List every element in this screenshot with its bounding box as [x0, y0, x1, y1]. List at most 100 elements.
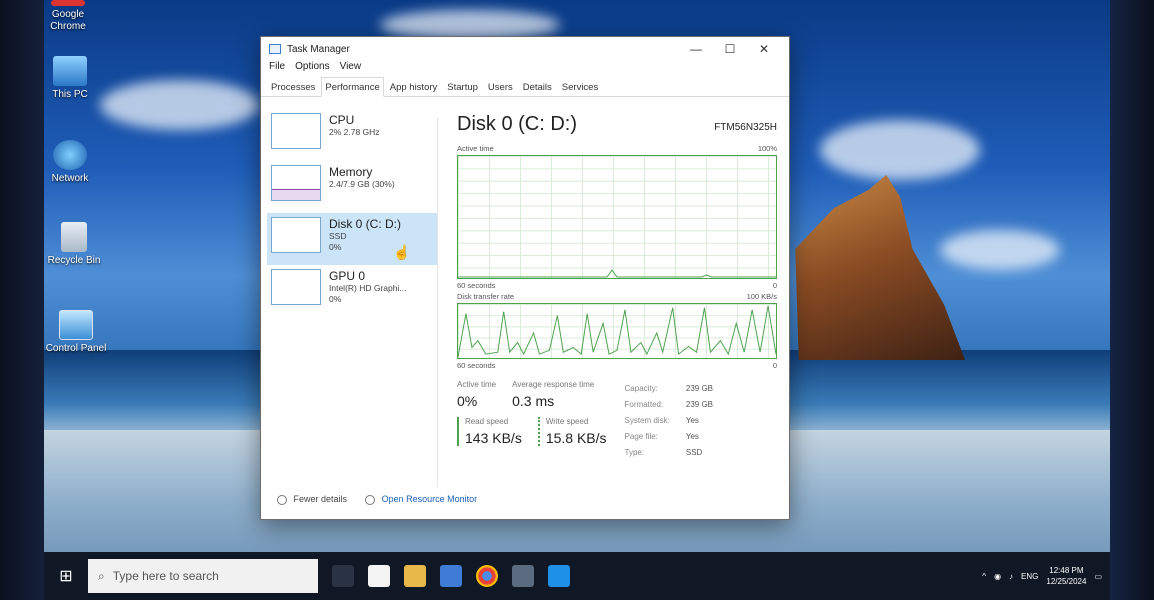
clock[interactable]: 12:48 PM 12/25/2024 — [1046, 565, 1086, 587]
cloud — [820, 120, 980, 180]
window-footer: Fewer details Open Resource Monitor — [277, 494, 477, 505]
tab-processes[interactable]: Processes — [267, 77, 319, 96]
sidebar-item-memory[interactable]: Memory 2.4/7.9 GB (30%) — [267, 161, 437, 213]
property-row: Type: SSD — [625, 446, 727, 460]
desktop-icon-recycle-bin[interactable]: Recycle Bin — [42, 222, 106, 267]
active-time-time-label: 60 seconds — [457, 281, 496, 290]
active-time-graph — [457, 155, 777, 279]
menu-view[interactable]: View — [340, 61, 362, 77]
chevron-up-icon[interactable]: ^ — [982, 572, 986, 581]
avg-response-value: 0.3 ms — [512, 393, 555, 409]
sidebar-item-disk[interactable]: Disk 0 (C: D:) SSD 0% — [267, 213, 437, 265]
close-button[interactable]: ✕ — [747, 42, 781, 56]
task-manager-icon — [269, 44, 281, 54]
start-button[interactable]: ⊞ — [44, 566, 88, 586]
rock-formation — [795, 175, 965, 360]
search-icon: ⌕ — [98, 568, 105, 583]
network-status-icon[interactable]: ◉ — [994, 572, 1001, 581]
maximize-button[interactable]: ☐ — [713, 42, 747, 56]
sidebar-item-usage: 0% — [329, 294, 342, 304]
disk-detail-pane: Disk 0 (C: D:) FTM56N325H Active time 10… — [457, 113, 777, 462]
desktop-icon-chrome[interactable]: Google Chrome — [36, 0, 100, 33]
fewer-details-button[interactable]: Fewer details — [277, 494, 347, 505]
tab-performance[interactable]: Performance — [321, 77, 384, 97]
volume-icon[interactable]: ♪ — [1009, 572, 1013, 581]
active-time-max-label: 100% — [757, 144, 777, 153]
property-value: 239 GB — [685, 384, 714, 393]
disk-mini-graph — [271, 217, 321, 253]
chevron-up-icon — [277, 495, 287, 505]
property-row: Capacity: 239 GB — [625, 382, 727, 396]
menu-file[interactable]: File — [269, 61, 285, 77]
sidebar-item-label: CPU — [329, 113, 355, 127]
avg-response-label: Average response time — [512, 380, 595, 389]
sidebar-item-detail: 2% 2.78 GHz — [329, 127, 380, 137]
desktop-icon-network[interactable]: Network — [38, 140, 102, 185]
disk-title: Disk 0 (C: D:) — [457, 113, 577, 135]
property-key: System disk: — [624, 416, 670, 425]
title-bar[interactable]: Task Manager — ☐ ✕ — [261, 37, 789, 61]
recycle-bin-icon — [61, 222, 87, 252]
tab-users[interactable]: Users — [484, 77, 517, 96]
sidebar-item-usage: 0% — [329, 242, 342, 252]
active-time-graph-label: Active time — [457, 144, 494, 153]
cpu-mini-graph — [271, 113, 321, 149]
gpu-mini-graph — [271, 269, 321, 305]
calculator-icon[interactable] — [440, 565, 462, 587]
tab-details[interactable]: Details — [519, 77, 556, 96]
file-explorer-icon[interactable] — [404, 565, 426, 587]
task-manager-window[interactable]: Task Manager — ☐ ✕ File Options View Pro… — [260, 36, 790, 520]
minimize-button[interactable]: — — [679, 42, 713, 56]
task-view-icon[interactable] — [332, 565, 354, 587]
tab-app-history[interactable]: App history — [386, 77, 442, 96]
chrome-taskbar-icon[interactable] — [476, 565, 498, 587]
hand-cursor-icon: ☝ — [393, 244, 411, 260]
read-speed-label: Read speed — [465, 417, 509, 426]
network-icon — [53, 140, 87, 170]
menu-bar: File Options View — [261, 61, 789, 77]
property-key: Type: — [624, 448, 645, 457]
menu-options[interactable]: Options — [295, 61, 329, 77]
tab-startup[interactable]: Startup — [443, 77, 482, 96]
desktop-icon-this-pc[interactable]: This PC — [38, 56, 102, 101]
transfer-rate-min-label: 0 — [772, 361, 777, 370]
open-resource-monitor-link[interactable]: Open Resource Monitor — [365, 494, 477, 505]
clock-date: 12/25/2024 — [1046, 577, 1087, 586]
sidebar-item-gpu[interactable]: GPU 0 Intel(R) HD Graphi... 0% — [267, 265, 437, 317]
transfer-rate-time-label: 60 seconds — [457, 361, 496, 370]
taskbar-search[interactable]: ⌕ Type here to search — [88, 559, 318, 593]
task-manager-taskbar-icon[interactable] — [512, 565, 534, 587]
taskbar: ⊞ ⌕ Type here to search ^ ◉ ♪ ENG 12:48 … — [44, 552, 1110, 600]
disk-properties: Capacity: 239 GB Formatted: 239 GB System … — [623, 380, 729, 462]
sidebar-item-detail: Intel(R) HD Graphi... — [329, 283, 407, 293]
window-title: Task Manager — [287, 43, 350, 55]
active-time-line — [458, 269, 776, 278]
property-row: Page file: Yes — [625, 430, 727, 444]
memory-mini-graph — [271, 165, 321, 201]
property-value: 239 GB — [685, 400, 714, 409]
notification-icon[interactable]: ▭ — [1094, 572, 1102, 581]
desktop-icon-control-panel[interactable]: Control Panel — [44, 310, 108, 355]
file-icon[interactable] — [368, 565, 390, 587]
cloud — [940, 230, 1060, 270]
sidebar-item-detail: SSD — [329, 231, 347, 241]
read-speed-value: 143 KB/s — [465, 430, 522, 446]
chrome-icon — [51, 0, 85, 6]
desktop-icon-label: Network — [51, 173, 89, 184]
open-resource-monitor-label: Open Resource Monitor — [381, 494, 478, 505]
tab-services[interactable]: Services — [558, 77, 602, 96]
sidebar-item-cpu[interactable]: CPU 2% 2.78 GHz — [267, 109, 437, 161]
resource-sidebar: CPU 2% 2.78 GHz Memory 2.4/7.9 GB (30%) … — [267, 109, 437, 317]
property-value: Yes — [685, 416, 699, 425]
language-indicator[interactable]: ENG — [1021, 572, 1038, 581]
clock-time: 12:48 PM — [1049, 566, 1084, 575]
sidebar-item-label: GPU 0 — [329, 269, 366, 283]
transfer-rate-max-label: 100 KB/s — [746, 292, 777, 301]
property-value: Yes — [685, 432, 699, 441]
sidebar-item-label: Memory — [329, 165, 373, 179]
dropbox-icon[interactable] — [548, 565, 570, 587]
transfer-rate-graph — [457, 303, 777, 359]
property-key: Capacity: — [624, 384, 658, 393]
active-time-min-label: 0 — [772, 281, 777, 290]
system-tray: ^ ◉ ♪ ENG 12:48 PM 12/25/2024 ▭ — [982, 565, 1110, 587]
